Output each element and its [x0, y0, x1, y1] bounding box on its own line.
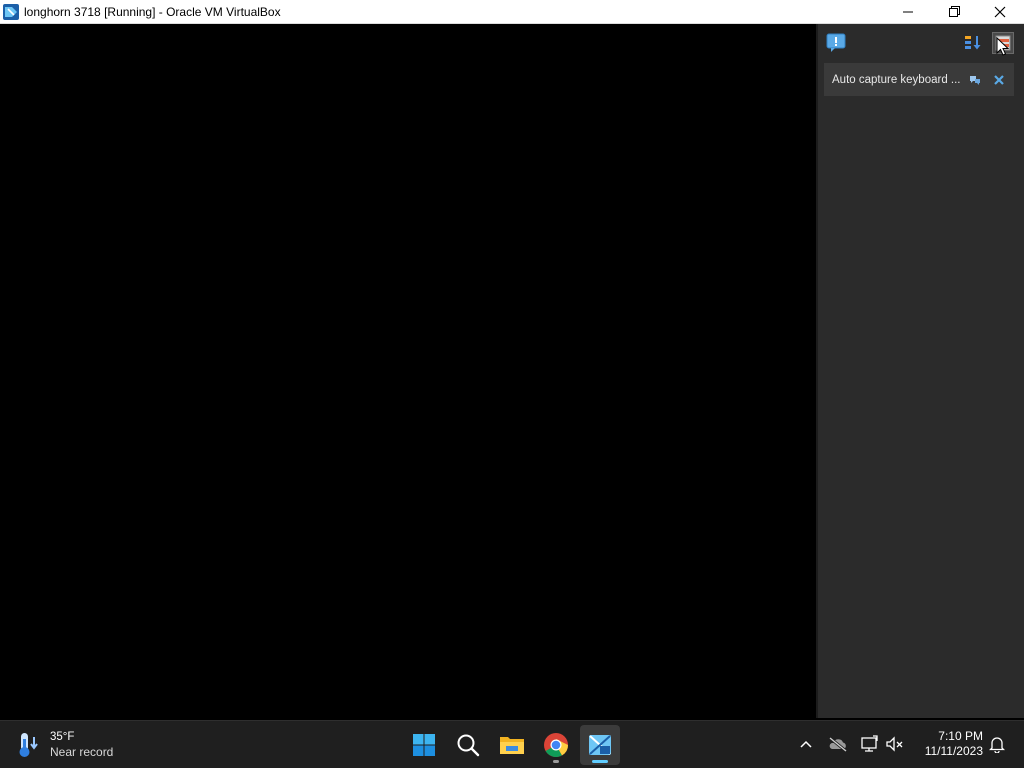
chevron-up-icon [800, 740, 812, 748]
window-title-bar[interactable]: longhorn 3718 [Running] - Oracle VM Virt… [0, 0, 1024, 24]
minimize-icon [903, 11, 913, 12]
notification-close-button[interactable] [990, 71, 1008, 89]
notification-item[interactable]: Auto capture keyboard ... [824, 63, 1014, 96]
show-hidden-icons-button[interactable] [795, 733, 817, 755]
volume-button[interactable] [884, 733, 906, 755]
weather-widget[interactable]: 35°F Near record [16, 727, 113, 763]
close-icon [994, 6, 1006, 17]
vm-display[interactable] [0, 24, 816, 718]
file-explorer-button[interactable] [492, 725, 532, 765]
virtualbox-taskbar-button[interactable] [580, 725, 620, 765]
sort-button[interactable] [962, 32, 984, 54]
network-icon [861, 735, 878, 752]
start-button[interactable] [404, 725, 444, 765]
search-icon [457, 734, 480, 757]
chrome-icon [544, 733, 568, 758]
dont-show-again-icon [970, 75, 980, 85]
volume-muted-icon [886, 736, 903, 752]
weather-temperature: 35°F [50, 731, 75, 743]
thermometer-icon [19, 733, 38, 757]
message-icon [826, 33, 846, 52]
network-button[interactable] [859, 733, 881, 755]
dont-show-again-button[interactable] [966, 71, 984, 89]
onedrive-icon [829, 736, 847, 752]
folder-icon [500, 737, 524, 754]
weather-description: Near record [50, 745, 114, 759]
taskbar: 35°F Near record 7:10 PM 11/11/2023 [0, 720, 1024, 768]
message-button[interactable] [825, 32, 847, 54]
running-indicator [553, 760, 559, 763]
search-button[interactable] [448, 725, 488, 765]
clock-date: 11/11/2023 [924, 744, 983, 758]
active-indicator [592, 760, 608, 763]
virtualbox-icon [589, 735, 611, 755]
clock-time: 7:10 PM [938, 729, 983, 743]
mouse-cursor-icon [996, 37, 1010, 56]
close-button[interactable] [977, 0, 1023, 23]
minimize-button[interactable] [885, 0, 931, 23]
restore-icon [948, 6, 960, 17]
windows-logo-icon [413, 734, 435, 756]
window-title: longhorn 3718 [Running] - Oracle VM Virt… [24, 4, 281, 19]
sort-icon [965, 36, 981, 50]
virtualbox-icon [3, 3, 19, 20]
restore-button[interactable] [931, 0, 977, 23]
close-icon [994, 74, 1004, 85]
chrome-button[interactable] [536, 725, 576, 765]
onedrive-button[interactable] [827, 733, 849, 755]
notification-text: Auto capture keyboard ... [832, 73, 960, 86]
bell-icon [989, 737, 1005, 753]
clock[interactable]: 7:10 PM 11/11/2023 [913, 729, 983, 759]
notifications-button[interactable] [986, 733, 1008, 755]
notification-center-pane: Auto capture keyboard ... [816, 24, 1024, 718]
